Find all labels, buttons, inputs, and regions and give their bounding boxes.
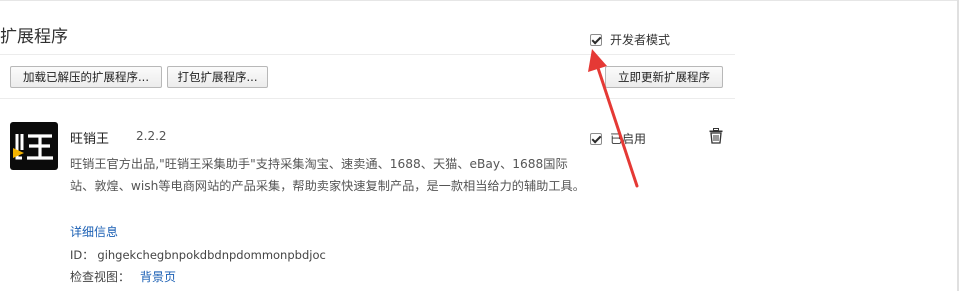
- top-border: [0, 0, 959, 1]
- checkmark-icon: [591, 34, 602, 44]
- load-unpacked-button[interactable]: 加载已解压的扩展程序...: [10, 66, 162, 88]
- developer-mode-label: 开发者模式: [610, 33, 671, 47]
- toolbar-divider: [0, 98, 735, 99]
- trash-icon[interactable]: [709, 128, 723, 148]
- update-extensions-button[interactable]: 立即更新扩展程序: [605, 66, 723, 88]
- checkmark-icon: [591, 133, 602, 143]
- enabled-checkbox[interactable]: [590, 132, 602, 145]
- inspect-views-label: 检查视图：: [70, 270, 131, 284]
- developer-mode-toggle[interactable]: 开发者模式: [590, 31, 670, 48]
- inspect-views: 检查视图： 背景页: [70, 268, 176, 285]
- developer-mode-checkbox[interactable]: [590, 33, 602, 46]
- page-title: 扩展程序: [0, 27, 68, 47]
- extension-description: 旺销王官方出品,"旺销王采集助手"支持采集淘宝、速卖通、1688、天猫、eBay…: [70, 157, 585, 193]
- enabled-label: 已启用: [610, 132, 647, 146]
- enabled-toggle[interactable]: 已启用: [590, 130, 646, 147]
- extension-id: ID： gihgekchegbnpokdbdnpdommonpbdjoc: [70, 248, 326, 262]
- details-link[interactable]: 详细信息: [70, 223, 118, 240]
- header-divider: [0, 54, 735, 55]
- extension-version: 2.2.2: [136, 129, 167, 143]
- background-page-link[interactable]: 背景页: [140, 270, 176, 284]
- pack-extension-button[interactable]: 打包扩展程序...: [167, 66, 268, 88]
- wangxiaowang-logo-icon: [10, 122, 58, 170]
- extension-name: 旺销王: [70, 132, 110, 147]
